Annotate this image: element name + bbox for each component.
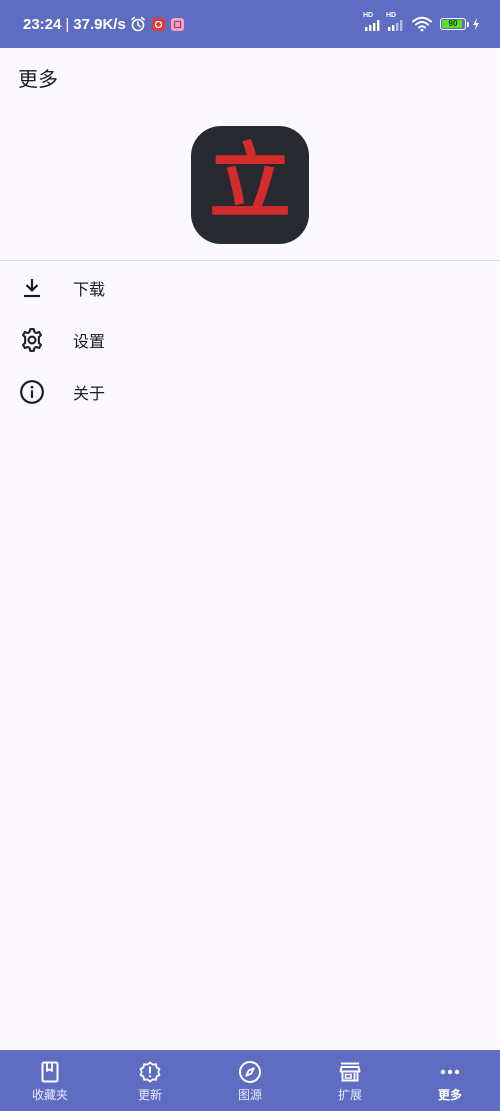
app-logo: 立 (191, 126, 309, 244)
download-icon (19, 275, 45, 301)
gear-icon (19, 327, 45, 353)
more-dots-icon (438, 1060, 462, 1084)
nav-item-library[interactable]: 收藏夹 (0, 1050, 100, 1111)
menu-item-settings[interactable]: 设置 (0, 314, 500, 366)
charging-icon (472, 18, 480, 30)
menu-item-label: 关于 (73, 384, 106, 403)
nav-item-label: 收藏夹 (31, 1088, 68, 1102)
status-time: 23:24 (23, 15, 62, 33)
info-icon (19, 379, 45, 405)
signal-1-label: HD (363, 12, 374, 19)
menu-item-about[interactable]: 关于 (0, 366, 500, 418)
wifi-icon (412, 16, 432, 32)
menu-item-download[interactable]: 下载 (0, 262, 500, 314)
status-right: HD HD 90 (363, 12, 480, 34)
menu-item-label: 下载 (73, 280, 106, 299)
nav-item-more[interactable]: 更多 (400, 1050, 500, 1111)
nav-item-label: 更多 (437, 1088, 462, 1102)
bookmark-book-icon (38, 1060, 62, 1084)
app-notification-icon (151, 17, 165, 31)
battery-cap (467, 21, 469, 27)
alarm-icon (130, 16, 146, 32)
status-left: 23:24 | 37.9K/s (23, 14, 184, 34)
alert-badge-icon (138, 1060, 162, 1084)
bottom-navigation: 收藏夹 更新 图源 扩展 更多 (0, 1050, 500, 1111)
status-separator: | (65, 15, 70, 33)
network-speed: 37.9K/s (73, 15, 126, 33)
battery-level: 90 (448, 19, 458, 28)
signal-2-icon: HD (386, 12, 406, 32)
page-title: 更多 (18, 67, 58, 91)
signal-2-label: HD (386, 12, 397, 19)
battery-icon: 90 (440, 18, 466, 30)
app-notification-2-icon (170, 17, 184, 31)
compass-icon (238, 1060, 262, 1084)
store-icon (338, 1060, 362, 1084)
nav-item-label: 图源 (237, 1088, 262, 1102)
nav-item-label: 更新 (137, 1088, 162, 1102)
nav-item-sources[interactable]: 图源 (200, 1050, 300, 1111)
signal-1-icon: HD (363, 12, 383, 32)
nav-item-label: 扩展 (337, 1088, 362, 1102)
nav-item-extensions[interactable]: 扩展 (300, 1050, 400, 1111)
divider (0, 260, 500, 261)
status-bar: 23:24 | 37.9K/s HD HD 90 (0, 0, 500, 48)
menu-item-label: 设置 (73, 332, 106, 351)
app-logo-glyph: 立 (208, 135, 291, 230)
nav-item-updates[interactable]: 更新 (100, 1050, 200, 1111)
